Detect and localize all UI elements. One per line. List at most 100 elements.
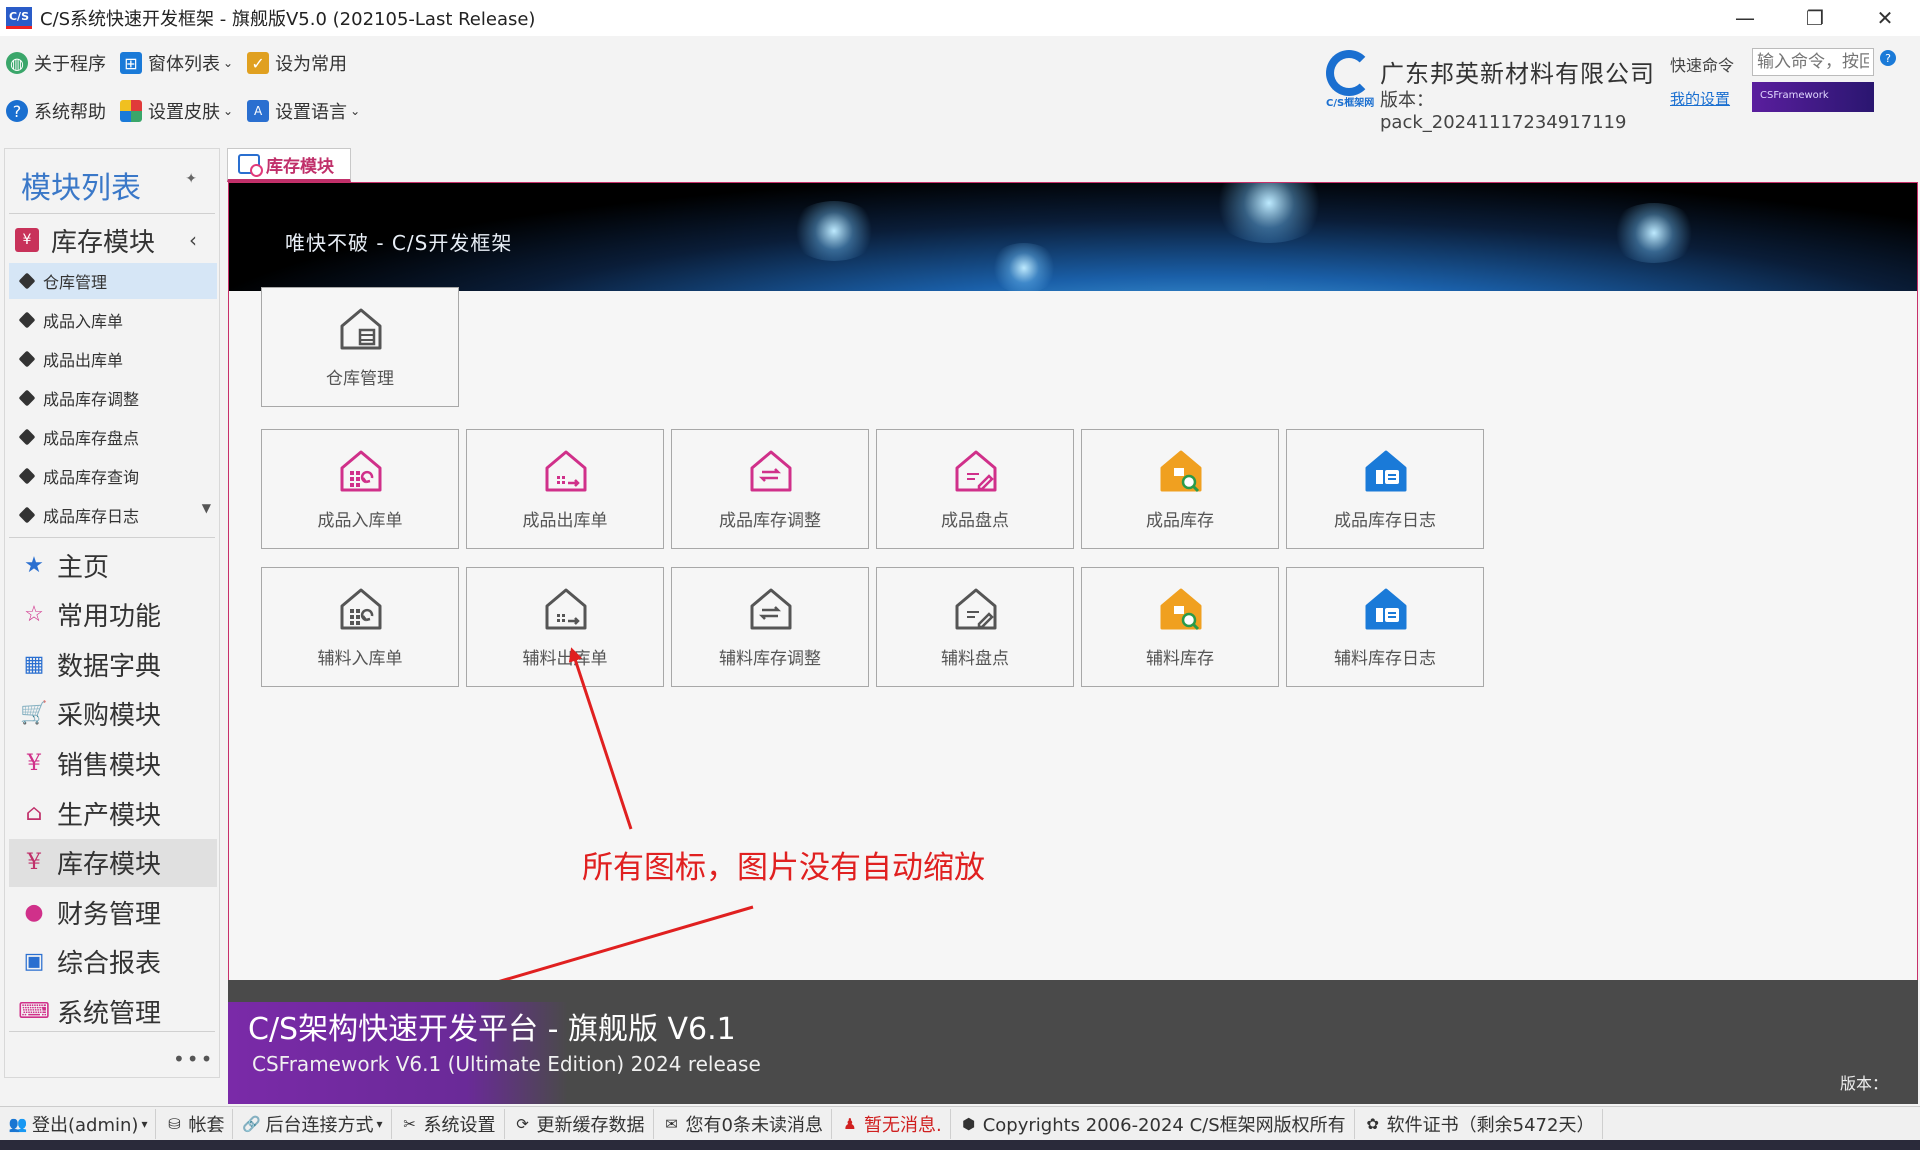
sidebar-module[interactable]: ▣ 综合报表 xyxy=(9,938,217,986)
minimize-button[interactable]: — xyxy=(1710,0,1780,36)
annotation-text: 所有图标，图片没有自动缩放 xyxy=(582,850,985,886)
sidebar-subitem[interactable]: 成品出库单 xyxy=(9,341,217,377)
module-tile[interactable]: 辅料入库单 xyxy=(261,567,459,687)
chevron-down-icon: ⌄ xyxy=(223,56,234,70)
status-item[interactable]: 👥 登出(admin) ▾ xyxy=(0,1108,157,1139)
sidebar-module[interactable]: ● 财务管理 xyxy=(9,888,217,936)
sidebar-module[interactable]: ¥ 销售模块 xyxy=(9,739,217,787)
quick-command: 快速命令 ? 我的设置 CSFramework xyxy=(1670,46,1910,132)
status-item[interactable]: ✿ 软件证书（剩余5472天） xyxy=(1355,1108,1604,1139)
sidebar-subitem-label: 成品库存盘点 xyxy=(43,429,140,448)
inventory-icon: ¥ xyxy=(15,228,39,252)
tile-label: 辅料库存日志 xyxy=(1334,649,1436,669)
cube-icon xyxy=(18,506,36,524)
module-tile[interactable]: 辅料盘点 xyxy=(876,567,1074,687)
module-tile[interactable]: 成品库存 xyxy=(1081,429,1279,549)
status-item-label: 登出(admin) xyxy=(32,1114,139,1136)
sidebar-module-label: 采购模块 xyxy=(57,701,162,732)
set-skin-label: 设置皮肤 xyxy=(148,102,220,123)
help-icon[interactable]: ? xyxy=(1880,50,1896,66)
sidebar-module[interactable]: ▦ 数据字典 xyxy=(9,640,217,688)
pin-icon[interactable]: ✦ xyxy=(185,171,197,187)
sidebar-subitem[interactable]: 仓库管理 xyxy=(9,263,217,299)
module-tile[interactable]: 成品盘点 xyxy=(876,429,1074,549)
sidebar-module[interactable]: ⌂ 生产模块 xyxy=(9,789,217,837)
tile-label: 成品库存日志 xyxy=(1334,511,1436,531)
sidebar-subitem[interactable]: 成品库存盘点 xyxy=(9,419,217,455)
status-item[interactable]: ⬢ Copyrights 2006-2024 C/S框架网版权所有 xyxy=(951,1108,1355,1139)
warehouse-log-icon xyxy=(1361,446,1411,496)
tile-label: 成品出库单 xyxy=(522,511,608,531)
sidebar-subitem[interactable]: 成品入库单 xyxy=(9,302,217,338)
sidebar-subitem[interactable]: 成品库存调整 xyxy=(9,380,217,416)
tile-label: 辅料盘点 xyxy=(941,649,1009,669)
status-item[interactable]: 🔗 后台连接方式 ▾ xyxy=(233,1108,392,1139)
set-favorite-label: 设为常用 xyxy=(275,54,348,75)
module-tile[interactable]: 成品库存调整 xyxy=(671,429,869,549)
certificate-icon: ✿ xyxy=(1366,1114,1379,1133)
sidebar-module-label: 数据字典 xyxy=(57,651,162,682)
sidebar-subitem[interactable]: 成品库存查询 xyxy=(9,458,217,494)
restore-button[interactable]: ❐ xyxy=(1780,0,1850,36)
sidebar-group-inventory[interactable]: ¥ 库存模块 ‹ xyxy=(15,221,215,259)
chevron-left-icon[interactable]: ‹ xyxy=(189,228,197,252)
status-item[interactable]: ♟ 暂无消息. xyxy=(832,1108,951,1139)
sidebar-module-label: 主页 xyxy=(57,552,110,583)
divider xyxy=(9,213,215,214)
set-skin-button[interactable]: 设置皮肤 ⌄ xyxy=(120,98,233,124)
my-settings-link[interactable]: 我的设置 xyxy=(1670,88,1730,109)
quick-command-input[interactable] xyxy=(1752,48,1874,76)
set-favorite-button[interactable]: ✓ 设为常用 xyxy=(247,50,347,76)
sidebar-module[interactable]: ★ 主页 xyxy=(9,541,217,589)
sidebar-module[interactable]: ☆ 常用功能 xyxy=(9,591,217,639)
material-in-icon xyxy=(336,584,386,634)
status-item[interactable]: ✉ 您有0条未读消息 xyxy=(654,1108,832,1139)
scroll-down-icon[interactable]: ▼ xyxy=(202,501,211,515)
window-list-button[interactable]: ⊞ 窗体列表 ⌄ xyxy=(120,50,233,76)
company-info: C/S框架网 广东邦英新材料有限公司 版本：pack_2024111723491… xyxy=(1326,46,1656,133)
sidebar-module-label: 综合报表 xyxy=(57,949,162,980)
sidebar-module-label: 财务管理 xyxy=(57,899,162,930)
tab-inventory[interactable]: 库存模块 xyxy=(227,148,351,182)
warehouse-adjust-icon xyxy=(746,446,796,496)
module-tile[interactable]: 辅料库存 xyxy=(1081,567,1279,687)
more-icon[interactable]: ••• xyxy=(173,1047,214,1071)
status-item[interactable]: ✂ 系统设置 xyxy=(392,1108,505,1139)
module-tile[interactable]: 仓库管理 xyxy=(261,287,459,407)
footer-subtitle: CSFramework V6.1 (Ultimate Edition) 2024… xyxy=(252,1052,761,1076)
company-logo-icon xyxy=(1326,50,1372,96)
module-tile[interactable]: 辅料库存日志 xyxy=(1286,567,1484,687)
tile-label: 辅料库存调整 xyxy=(719,649,821,669)
module-tile[interactable]: 成品入库单 xyxy=(261,429,459,549)
module-tile[interactable]: 辅料库存调整 xyxy=(671,567,869,687)
chevron-down-icon: ▾ xyxy=(376,1116,383,1131)
light-glow xyxy=(1209,183,1329,243)
module-tile[interactable]: 成品出库单 xyxy=(466,429,664,549)
material-log-icon xyxy=(1361,584,1411,634)
module-tile[interactable]: 辅料出库单 xyxy=(466,567,664,687)
footer-title: C/S架构快速开发平台 - 旗舰版 V6.1 xyxy=(248,1012,736,1047)
system-help-button[interactable]: ? 系统帮助 xyxy=(6,98,106,124)
person-icon: ♟ xyxy=(843,1114,857,1133)
status-item[interactable]: ⟳ 更新缓存数据 xyxy=(505,1108,654,1139)
close-button[interactable]: ✕ xyxy=(1850,0,1920,36)
sidebar-module[interactable]: ¥ 库存模块 xyxy=(9,838,217,887)
status-item[interactable]: ⛁ 帐套 xyxy=(156,1108,234,1139)
sidebar-subitem[interactable]: 成品库存日志 xyxy=(9,497,217,533)
about-button[interactable]: ◍ 关于程序 xyxy=(6,50,106,76)
quick-command-label: 快速命令 xyxy=(1670,56,1735,75)
set-language-button[interactable]: A 设置语言 ⌄ xyxy=(247,98,360,124)
cube-icon xyxy=(18,467,36,485)
sidebar-subitem-label: 成品入库单 xyxy=(43,312,124,331)
cube-icon xyxy=(18,350,36,368)
status-item-label: 系统设置 xyxy=(423,1114,496,1136)
module-tile[interactable]: 成品库存日志 xyxy=(1286,429,1484,549)
divider xyxy=(9,1031,215,1032)
warehouse-check-icon xyxy=(951,446,1001,496)
sidebar-module[interactable]: 🛒 采购模块 xyxy=(9,690,217,738)
sidebar-module-label: 库存模块 xyxy=(57,850,162,881)
system-help-label: 系统帮助 xyxy=(34,102,106,123)
sidebar-subitem-label: 成品库存调整 xyxy=(43,390,140,409)
sidebar-module[interactable]: ⌨ 系统管理 xyxy=(9,987,217,1035)
tab-label: 库存模块 xyxy=(266,156,334,177)
